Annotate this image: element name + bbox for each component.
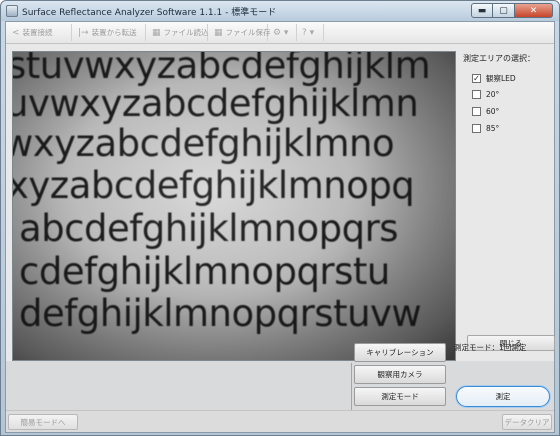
toolbar-transfer-button[interactable]: |→ 装置から転送 — [74, 24, 146, 41]
toolbar: < 装置接続 |→ 装置から転送 ▦ ファイル読込 ▦ ファイル保存 ⚙ ▾ ?… — [6, 22, 554, 44]
checkbox-85[interactable] — [472, 124, 481, 133]
option-85[interactable]: 85° — [472, 124, 499, 133]
toolbar-open-file-button[interactable]: ▦ ファイル読込 — [148, 24, 209, 41]
toolbar-connect-label: 装置接続 — [22, 28, 53, 37]
measure-button[interactable]: 測定 — [456, 386, 550, 407]
minimize-button[interactable]: ▬ — [471, 3, 493, 18]
toolbar-open-file-label: ファイル読込 — [163, 28, 209, 37]
option-led-label: 観察LED — [486, 74, 516, 83]
measurement-area-title: 測定エリアの選択： — [463, 54, 535, 63]
close-button[interactable]: ✕ — [515, 3, 553, 18]
simple-mode-button[interactable]: 簡易モードへ — [8, 414, 78, 430]
connect-icon: < — [12, 27, 20, 38]
title-bar[interactable]: Surface Reflectance Analyzer Software 1.… — [1, 1, 559, 21]
toolbar-transfer-label: 装置から転送 — [91, 28, 137, 37]
save-icon: ▦ — [214, 27, 223, 38]
window-title: Surface Reflectance Analyzer Software 1.… — [22, 8, 277, 18]
camera-vignette — [13, 52, 455, 360]
maximize-button[interactable]: ▢ — [493, 3, 515, 18]
clear-data-button[interactable]: データクリア — [502, 414, 552, 430]
checkbox-60[interactable] — [472, 107, 481, 116]
maximize-icon: ▢ — [499, 5, 508, 16]
app-icon — [6, 5, 18, 17]
toolbar-save-file-button[interactable]: ▦ ファイル保存 — [210, 24, 271, 41]
help-icon: ? ▾ — [302, 27, 315, 38]
measurement-mode-button[interactable]: 測定モード — [354, 387, 446, 406]
check-icon: ✓ — [473, 73, 480, 83]
toolbar-connect-button[interactable]: < 装置接続 — [8, 24, 72, 41]
transfer-icon: |→ — [78, 27, 89, 38]
checkbox-led[interactable]: ✓ — [472, 74, 481, 83]
option-60-label: 60° — [486, 107, 500, 116]
camera-view: stuvwxyzabcdefghijklm uvwxyzabcdefghijkl… — [12, 51, 456, 361]
minimize-icon: ▬ — [477, 5, 487, 16]
gear-icon: ⚙ ▾ — [273, 27, 289, 38]
option-60[interactable]: 60° — [472, 107, 499, 116]
option-20-label: 20° — [486, 90, 500, 99]
footer-bar: 簡易モードへ データクリア — [6, 410, 554, 432]
folder-icon: ▦ — [152, 27, 161, 38]
option-85-label: 85° — [486, 124, 500, 133]
checkbox-20[interactable] — [472, 90, 481, 99]
option-20[interactable]: 20° — [472, 90, 499, 99]
window-controls: ▬ ▢ ✕ — [471, 3, 553, 18]
toolbar-save-file-label: ファイル保存 — [225, 28, 271, 37]
close-icon: ✕ — [529, 5, 538, 16]
toolbar-settings-button[interactable]: ⚙ ▾ — [269, 24, 297, 41]
observation-camera-button[interactable]: 観察用カメラ — [354, 365, 446, 384]
measurement-mode-status: 測定モード：1回測定 — [454, 343, 527, 352]
calibration-button[interactable]: キャリブレーション — [354, 343, 446, 362]
app-window: Surface Reflectance Analyzer Software 1.… — [0, 0, 560, 436]
option-led[interactable]: ✓ 観察LED — [472, 73, 516, 84]
toolbar-help-button[interactable]: ? ▾ — [298, 24, 324, 41]
client-area: < 装置接続 |→ 装置から転送 ▦ ファイル読込 ▦ ファイル保存 ⚙ ▾ ?… — [5, 21, 555, 433]
